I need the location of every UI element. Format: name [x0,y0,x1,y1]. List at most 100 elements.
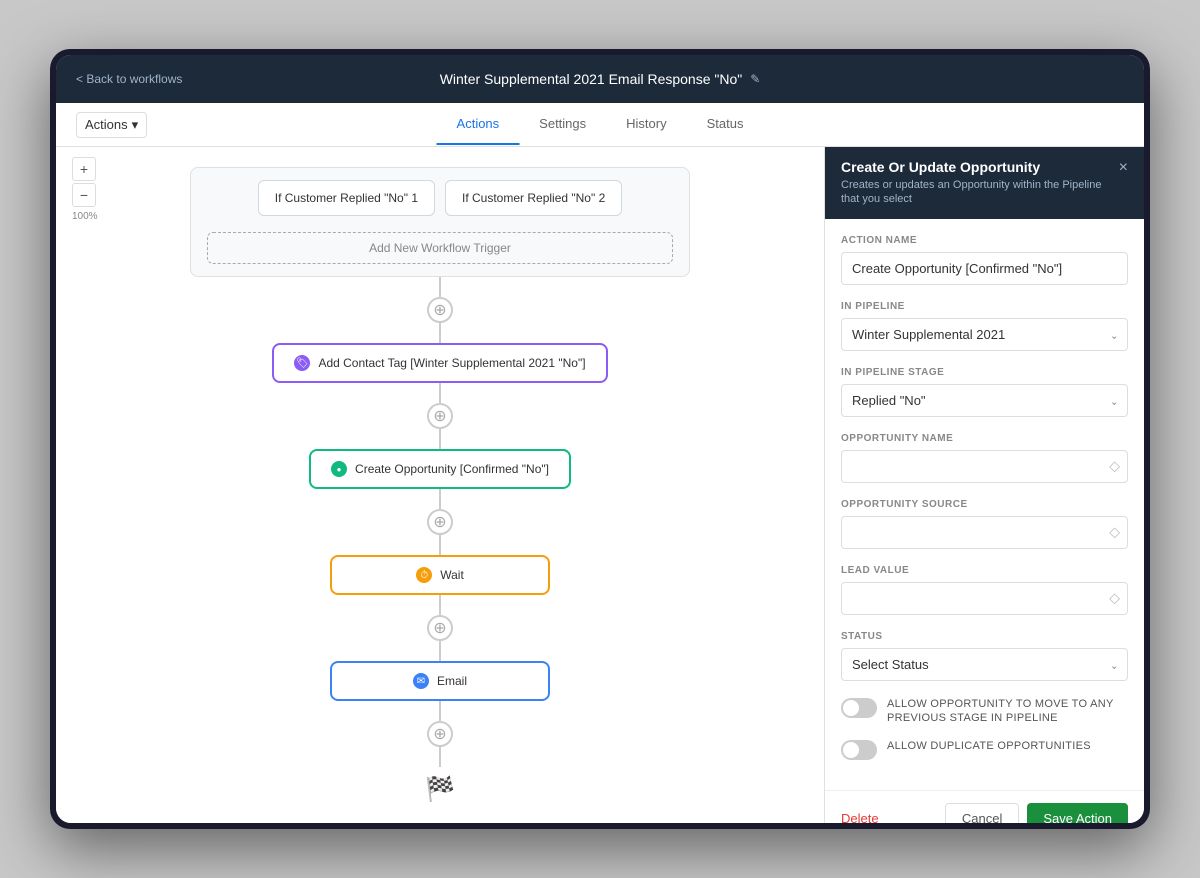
status-label: STATUS [841,631,1128,642]
pipeline-stage-group: IN PIPELINE STAGE Replied "No" [841,367,1128,417]
opportunity-source-icon: ◇ [1109,524,1120,541]
tag-label: Add Contact Tag [Winter Supplemental 202… [318,356,585,370]
connector-line-1 [439,277,441,297]
save-action-button[interactable]: Save Action [1027,803,1128,823]
actions-dropdown[interactable]: Actions ▾ [76,112,147,138]
allow-duplicate-label: ALLOW DUPLICATE OPPORTUNITIES [887,739,1091,753]
workflow-flow: If Customer Replied "No" 1 If Customer R… [56,147,824,823]
action-name-group: ACTION NAME [841,235,1128,285]
panel-close-button[interactable]: × [1119,159,1128,177]
trigger-2[interactable]: If Customer Replied "No" 2 [445,180,622,216]
allow-duplicate-toggle-row: ALLOW DUPLICATE OPPORTUNITIES [841,739,1128,760]
add-node-1[interactable]: ⊕ [427,297,453,323]
tab-history[interactable]: History [606,104,686,145]
trigger-1[interactable]: If Customer Replied "No" 1 [258,180,435,216]
plus-icon-1: ⊕ [433,300,446,320]
connector-line-6 [439,535,441,555]
zoom-in-button[interactable]: + [72,157,96,181]
opportunity-name-icon: ◇ [1109,458,1120,475]
connector-line-8 [439,641,441,661]
plus-icon-2: ⊕ [433,406,446,426]
tab-settings[interactable]: Settings [519,104,606,145]
lead-value-input-wrapper: ◇ [841,582,1128,615]
connector-line-2 [439,323,441,343]
opportunity-node[interactable]: ● Create Opportunity [Confirmed "No"] [309,449,571,489]
delete-button[interactable]: Delete [841,811,879,823]
opportunity-name-group: OPPORTUNITY NAME ◇ [841,433,1128,483]
main-content: + − 100% If Customer Replied "No" 1 If C… [56,147,1144,823]
dropdown-icon: ▾ [132,117,139,133]
zoom-level: 100% [72,211,98,222]
right-panel: Create Or Update Opportunity Creates or … [824,147,1144,823]
opportunity-name-input[interactable] [841,450,1128,483]
connector-line-7 [439,595,441,615]
finish-flag: 🏁 [425,775,455,804]
add-node-4[interactable]: ⊕ [427,615,453,641]
opportunity-name-label: OPPORTUNITY NAME [841,433,1128,444]
allow-move-toggle[interactable] [841,698,877,718]
zoom-controls: + − 100% [72,157,98,222]
add-trigger-button[interactable]: Add New Workflow Trigger [207,232,673,264]
footer-right: Cancel Save Action [945,803,1128,823]
panel-title: Create Or Update Opportunity [841,159,1111,175]
workflow-canvas: + − 100% If Customer Replied "No" 1 If C… [56,147,824,823]
back-link[interactable]: < Back to workflows [76,72,182,86]
add-node-2[interactable]: ⊕ [427,403,453,429]
actions-label: Actions [85,117,128,132]
in-pipeline-select[interactable]: Winter Supplemental 2021 [841,318,1128,351]
app-header: < Back to workflows Winter Supplemental … [56,55,1144,103]
lead-value-icon: ◇ [1109,590,1120,607]
connector-line-10 [439,747,441,767]
in-pipeline-group: IN PIPELINE Winter Supplemental 2021 [841,301,1128,351]
in-pipeline-select-wrapper: Winter Supplemental 2021 [841,318,1128,351]
lead-value-group: LEAD VALUE ◇ [841,565,1128,615]
action-name-label: ACTION NAME [841,235,1128,246]
opportunity-source-group: OPPORTUNITY SOURCE ◇ [841,499,1128,549]
zoom-out-button[interactable]: − [72,183,96,207]
edit-icon[interactable]: ✎ [750,72,760,86]
add-node-3[interactable]: ⊕ [427,509,453,535]
opportunity-icon: ● [331,461,347,477]
pipeline-stage-select[interactable]: Replied "No" [841,384,1128,417]
connector-line-4 [439,429,441,449]
workflow-title: Winter Supplemental 2021 Email Response … [440,71,743,87]
allow-duplicate-toggle[interactable] [841,740,877,760]
wait-node[interactable]: ⏱ Wait [330,555,550,595]
plus-icon-5: ⊕ [433,724,446,744]
cancel-button[interactable]: Cancel [945,803,1019,823]
email-label: Email [437,674,467,688]
tag-icon: 🏷 [294,355,310,371]
wait-icon: ⏱ [416,567,432,583]
tab-status[interactable]: Status [687,104,764,145]
status-select[interactable]: Select Status [841,648,1128,681]
header-title: Winter Supplemental 2021 Email Response … [440,71,761,87]
plus-icon-4: ⊕ [433,618,446,638]
add-node-5[interactable]: ⊕ [427,721,453,747]
connector-line-5 [439,489,441,509]
wait-label: Wait [440,568,464,582]
panel-header: Create Or Update Opportunity Creates or … [825,147,1144,219]
panel-body: ACTION NAME IN PIPELINE Winter Supplemen… [825,219,1144,791]
plus-icon-3: ⊕ [433,512,446,532]
panel-header-content: Create Or Update Opportunity Creates or … [841,159,1111,207]
trigger-container: If Customer Replied "No" 1 If Customer R… [190,167,690,277]
panel-footer: Delete Cancel Save Action [825,790,1144,823]
opportunity-source-input[interactable] [841,516,1128,549]
tag-node[interactable]: 🏷 Add Contact Tag [Winter Supplemental 2… [272,343,607,383]
lead-value-input[interactable] [841,582,1128,615]
connector-line-3 [439,383,441,403]
allow-move-label: ALLOW OPPORTUNITY TO MOVE TO ANY PREVIOU… [887,697,1128,726]
email-node[interactable]: ✉ Email [330,661,550,701]
tabs-bar: Actions ▾ Actions Settings History Statu… [56,103,1144,147]
action-name-input[interactable] [841,252,1128,285]
connector-line-9 [439,701,441,721]
allow-move-toggle-row: ALLOW OPPORTUNITY TO MOVE TO ANY PREVIOU… [841,697,1128,726]
status-group: STATUS Select Status [841,631,1128,681]
tab-actions[interactable]: Actions [437,104,520,145]
panel-subtitle: Creates or updates an Opportunity within… [841,178,1111,207]
pipeline-stage-label: IN PIPELINE STAGE [841,367,1128,378]
lead-value-label: LEAD VALUE [841,565,1128,576]
status-select-wrapper: Select Status [841,648,1128,681]
opportunity-label: Create Opportunity [Confirmed "No"] [355,462,549,476]
opportunity-name-input-wrapper: ◇ [841,450,1128,483]
